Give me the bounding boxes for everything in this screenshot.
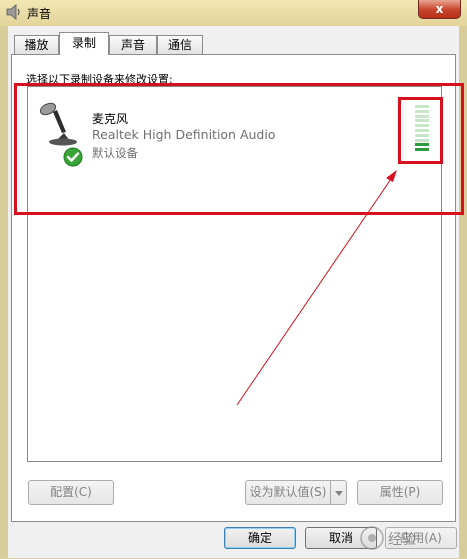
watermark-logo: 经验	[358, 522, 463, 556]
window-title: 声音	[27, 7, 52, 21]
properties-button[interactable]: 属性(P)	[357, 480, 443, 505]
tab-communications[interactable]: 通信	[157, 35, 203, 54]
title-bar: 声音 x	[0, 0, 467, 26]
chevron-down-icon	[335, 491, 343, 496]
ok-button[interactable]: 确定	[224, 527, 296, 549]
set-default-dropdown-button[interactable]	[330, 480, 347, 505]
close-button[interactable]: x	[418, 0, 461, 19]
tab-recording[interactable]: 录制	[59, 32, 109, 55]
speaker-icon	[5, 4, 23, 23]
tab-sounds[interactable]: 声音	[109, 35, 157, 54]
set-default-button[interactable]: 设为默认值(S)	[245, 480, 331, 505]
annotation-highlight-meter	[398, 97, 443, 164]
svg-text:经验: 经验	[388, 532, 416, 548]
window-frame-left	[0, 26, 8, 558]
tab-playback[interactable]: 播放	[14, 35, 59, 54]
configure-button[interactable]: 配置(C)	[28, 480, 114, 505]
annotation-highlight-device	[14, 83, 464, 215]
